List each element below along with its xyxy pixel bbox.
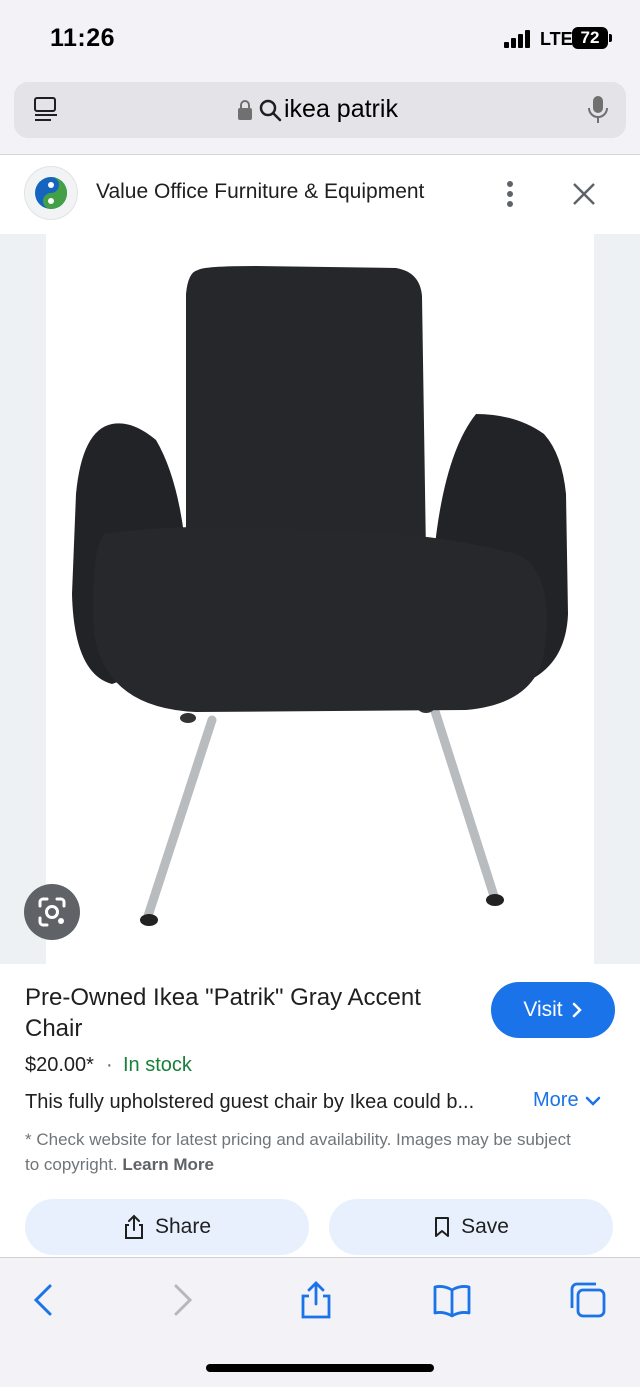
source-name[interactable]: Value Office Furniture & Equipment [96, 180, 424, 204]
reader-mode-icon[interactable] [32, 96, 60, 124]
disclaimer-text: * Check website for latest pricing and a… [25, 1130, 571, 1174]
disclaimer-note: * Check website for latest pricing and a… [25, 1127, 585, 1177]
bookmark-icon [435, 1217, 450, 1237]
learn-more-link[interactable]: Learn More [122, 1155, 214, 1174]
lens-search-button[interactable] [24, 884, 80, 940]
bookmarks-icon[interactable] [432, 1280, 472, 1320]
stock-status: In stock [123, 1054, 192, 1076]
product-price: $20.00* [25, 1054, 94, 1076]
visit-button[interactable]: Visit [491, 982, 615, 1038]
address-bar-query[interactable]: ikea patrik [284, 95, 398, 124]
chevron-down-icon [585, 1096, 600, 1106]
share-icon [124, 1214, 143, 1239]
more-button-label: More [533, 1089, 579, 1111]
forward-icon[interactable] [162, 1280, 202, 1320]
status-time: 11:26 [50, 24, 116, 52]
tabs-icon[interactable] [568, 1280, 608, 1320]
source-logo[interactable] [24, 166, 78, 220]
share-sheet-icon[interactable] [296, 1280, 336, 1320]
microphone-icon[interactable] [586, 95, 610, 125]
share-button-label: Share [154, 1215, 212, 1238]
chevron-right-icon [572, 1002, 582, 1018]
lock-icon [237, 99, 253, 121]
battery-icon: 72 [572, 27, 608, 49]
battery-tip [609, 34, 612, 42]
back-icon[interactable] [24, 1280, 64, 1320]
home-indicator[interactable] [206, 1364, 434, 1372]
network-label: LTE [540, 29, 573, 49]
more-button[interactable]: More [533, 1089, 601, 1112]
share-button[interactable]: Share [25, 1199, 309, 1255]
close-icon[interactable] [570, 180, 598, 208]
separator-dot: · [106, 1054, 113, 1076]
divider [0, 154, 640, 155]
more-options-icon[interactable] [498, 180, 522, 208]
product-image[interactable] [46, 234, 594, 964]
signal-icon [504, 30, 532, 48]
search-icon [258, 98, 282, 122]
save-button-label: Save [461, 1215, 509, 1238]
product-title[interactable]: Pre-Owned Ikea "Patrik" Gray Accent Chai… [25, 982, 477, 1044]
visit-button-label: Visit [523, 998, 563, 1021]
product-description: This fully upholstered guest chair by Ik… [25, 1091, 475, 1113]
save-button[interactable]: Save [329, 1199, 613, 1255]
